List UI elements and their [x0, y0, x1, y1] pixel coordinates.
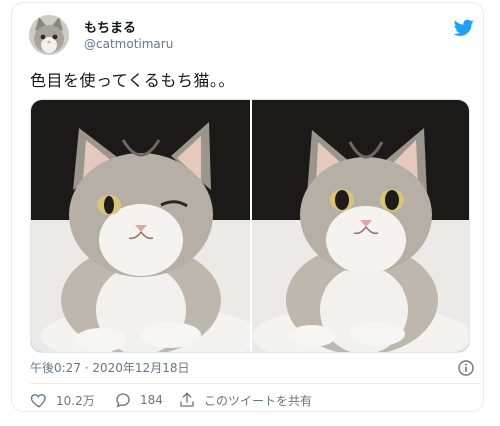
reply-button[interactable]: 184	[114, 391, 163, 409]
like-count: 10.2万	[56, 393, 95, 408]
divider	[30, 383, 480, 384]
cat-photo-winking[interactable]	[31, 100, 261, 352]
reply-count: 184	[140, 393, 163, 407]
cat-photo-staring[interactable]	[252, 100, 469, 352]
heart-icon	[30, 394, 46, 408]
user-handle[interactable]: @catmotimaru	[84, 37, 173, 51]
tweet-card[interactable]: もちまる @catmotimaru 色目を使ってくるもち猫。。 午後0:27 ·…	[11, 2, 484, 412]
reply-icon	[116, 393, 130, 408]
tweet-timestamp[interactable]: 午後0:27 · 2020年12月18日	[30, 359, 189, 376]
display-name[interactable]: もちまる	[84, 17, 136, 36]
twitter-bird-icon[interactable]	[453, 19, 474, 37]
info-icon[interactable]	[458, 360, 474, 376]
avatar[interactable]	[29, 15, 69, 55]
share-button[interactable]: このツイートを共有	[178, 391, 312, 409]
share-icon	[180, 392, 194, 407]
tweet-media[interactable]	[30, 99, 470, 353]
tweet-text: 色目を使ってくるもち猫。。	[30, 71, 235, 90]
share-label: このツイートを共有	[204, 393, 313, 408]
like-button[interactable]: 10.2万	[30, 391, 95, 409]
